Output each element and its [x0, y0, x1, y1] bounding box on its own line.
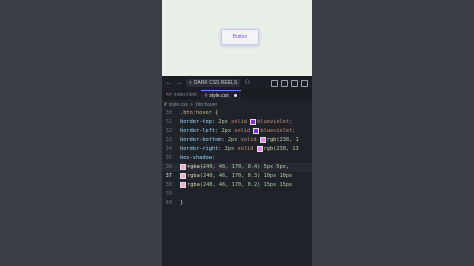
code-line[interactable]: 39	[162, 190, 312, 199]
preview-button[interactable]: Button	[221, 29, 259, 45]
breadcrumb-file[interactable]: style.css	[169, 102, 188, 108]
css-file-icon: #	[204, 92, 208, 99]
tab-index-html[interactable]: <> index.html	[162, 90, 201, 100]
code-token: rgba	[187, 173, 200, 179]
line-number: 31	[165, 119, 172, 125]
code-line[interactable]: 32 border-left: 2px solid blueviolet;	[162, 127, 312, 136]
code-token: solid	[231, 128, 254, 134]
code-token: border-top	[180, 119, 212, 125]
tab-label: style.css	[209, 92, 229, 99]
layout-controls	[271, 79, 308, 87]
code-token: border-bottom	[180, 137, 222, 143]
code-line[interactable]: 38 rgba(240, 46, 170, 0.2) 15px 15px	[162, 181, 312, 190]
code-text: border-top: 2px solid blueviolet;	[180, 118, 292, 127]
tab-style-css[interactable]: # style.css	[200, 90, 241, 100]
line-number: 34	[165, 146, 172, 152]
title-bar: ← → ⌕ DARK CSS REELS ⚇	[162, 76, 312, 90]
unsaved-dot-icon[interactable]	[233, 94, 237, 97]
customize-layout-icon[interactable]	[301, 79, 308, 87]
code-token: 2px	[224, 146, 235, 152]
right-background	[312, 0, 474, 266]
code-token: 2px	[218, 119, 228, 125]
code-text: rgba(240, 46, 170, 0.2) 15px 15px	[180, 181, 292, 190]
forward-arrow-icon[interactable]: →	[176, 80, 182, 86]
code-line[interactable]: 37 rgba(240, 46, 170, 0.3) 10px 10px	[162, 172, 312, 181]
breadcrumb: # style.css > .btn:hover	[162, 100, 312, 109]
code-line[interactable]: 34 border-right: 2px solid rgb(238, 13	[162, 145, 312, 154]
code-line[interactable]: 35 box-shadow:	[162, 154, 312, 163]
code-token: rgb	[263, 146, 274, 152]
color-swatch-icon[interactable]	[253, 127, 260, 134]
code-token: {	[211, 110, 219, 116]
code-token: 2px	[227, 137, 238, 143]
code-token: (240, 46, 170, 0.3) 10px 10px	[199, 173, 293, 179]
code-text: box-shadow:	[180, 154, 215, 163]
code-token: solid	[234, 146, 257, 152]
code-line[interactable]: 31 border-top: 2px solid blueviolet;	[162, 118, 312, 127]
code-token: .btn:hover	[180, 110, 212, 116]
code-line[interactable]: 36 rgba(240, 46, 170, 0.4) 5px 5px,	[162, 163, 312, 172]
code-text: rgba(240, 46, 170, 0.4) 5px 5px,	[180, 163, 289, 172]
code-token: solid	[227, 119, 251, 125]
code-text: border-left: 2px solid blueviolet;	[180, 127, 295, 136]
breadcrumb-selector[interactable]: .btn:hover	[195, 102, 217, 108]
code-token: rgb	[266, 137, 277, 143]
color-swatch-icon[interactable]	[180, 163, 186, 170]
code-text: border-bottom: 2px solid rgb(238, 1	[180, 136, 299, 145]
code-text: border-right: 2px solid rgb(238, 13	[180, 145, 299, 154]
toggle-primary-sidebar-icon[interactable]	[271, 79, 278, 87]
line-number: 33	[165, 137, 172, 143]
line-number: 38	[165, 182, 172, 188]
code-token: 2px	[221, 128, 232, 134]
line-number: 30	[165, 110, 172, 116]
code-token: (240, 46, 170, 0.2) 15px 15px	[199, 182, 293, 188]
line-number: 35	[165, 155, 172, 161]
code-text: rgba(240, 46, 170, 0.3) 10px 10px	[180, 172, 292, 181]
code-token: }	[180, 200, 184, 206]
code-text: }	[180, 199, 183, 208]
color-swatch-icon[interactable]	[180, 181, 186, 188]
code-token: solid	[237, 137, 260, 143]
tab-label: index.html	[173, 92, 197, 98]
code-token: blueviolet;	[260, 128, 296, 134]
workspace-name: DARK CSS REELS	[193, 80, 238, 86]
code-line[interactable]: 40}	[162, 199, 312, 208]
account-icon[interactable]: ⚇	[244, 80, 250, 86]
code-token: rgba	[187, 164, 200, 170]
code-editor[interactable]: 30 .btn:hover {31 border-top: 2px solid b…	[162, 109, 312, 266]
line-number: 40	[165, 200, 172, 206]
code-token: (238, 1	[276, 137, 299, 143]
toggle-secondary-sidebar-icon[interactable]	[291, 79, 298, 87]
line-number: 39	[165, 191, 172, 197]
code-token: (238, 13	[273, 146, 299, 152]
code-token: blueviolet;	[257, 119, 293, 125]
code-token: rgba	[187, 182, 200, 188]
command-center-search[interactable]: ⌕ DARK CSS REELS	[186, 79, 241, 87]
editor-tabs: <> index.html # style.css	[162, 90, 312, 100]
line-number: 36	[165, 164, 172, 170]
code-token: border-right	[180, 146, 219, 152]
css-file-icon: #	[164, 101, 167, 108]
back-arrow-icon[interactable]: ←	[166, 80, 172, 86]
code-token: box-shadow	[180, 155, 212, 161]
search-icon: ⌕	[189, 80, 192, 86]
color-swatch-icon[interactable]	[250, 118, 257, 125]
left-background	[0, 0, 162, 266]
color-swatch-icon[interactable]	[180, 172, 186, 179]
toggle-panel-icon[interactable]	[281, 79, 288, 87]
breadcrumb-separator: >	[189, 101, 193, 108]
line-number: 32	[165, 128, 172, 134]
code-token: :	[211, 155, 216, 161]
code-line[interactable]: 30 .btn:hover {	[162, 109, 312, 118]
code-token: (240, 46, 170, 0.4) 5px 5px,	[199, 164, 290, 170]
color-swatch-icon[interactable]	[259, 136, 266, 143]
html-file-icon: <>	[166, 92, 172, 98]
code-token: border-left	[180, 128, 216, 134]
browser-preview: Button	[162, 0, 312, 76]
code-line[interactable]: 33 border-bottom: 2px solid rgb(238, 1	[162, 136, 312, 145]
line-number: 37	[165, 173, 172, 179]
code-text: .btn:hover {	[180, 109, 218, 118]
video-frame: Button ← → ⌕ DARK CSS REELS ⚇ <> index.h…	[162, 0, 312, 266]
color-swatch-icon[interactable]	[256, 145, 263, 152]
